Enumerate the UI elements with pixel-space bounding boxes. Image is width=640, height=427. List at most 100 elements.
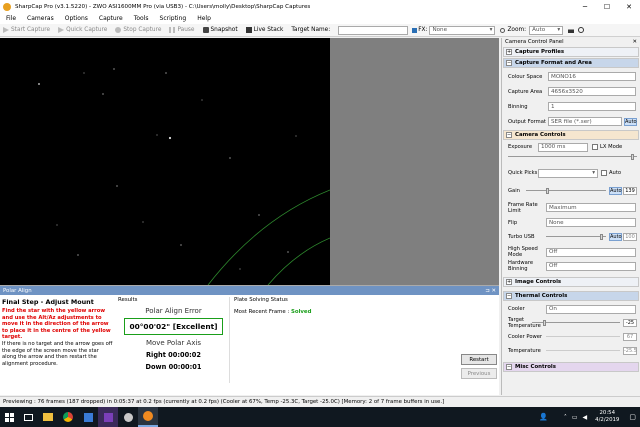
restart-button[interactable]: Restart — [461, 354, 497, 365]
recent-frame-status: Most Recent Frame : Solved — [234, 309, 384, 315]
stop-capture-button[interactable]: Stop Capture — [115, 27, 161, 33]
results-label: Results — [118, 297, 138, 303]
step-section: Final Step - Adjust Mount Find the star … — [2, 298, 114, 367]
section-thermal-controls[interactable]: − Thermal Controls — [503, 291, 639, 301]
menu-file[interactable]: File — [6, 15, 16, 22]
file-explorer-icon[interactable] — [38, 407, 58, 427]
section-capture-profiles[interactable]: + Capture Profiles — [503, 47, 639, 57]
cooler-select[interactable]: On — [546, 304, 636, 314]
section-camera-controls[interactable]: − Camera Controls — [503, 130, 639, 140]
temperature-label: Temperature — [508, 348, 541, 354]
frame-rate-limit-select[interactable]: Maximum — [546, 203, 636, 212]
histogram-icon[interactable] — [568, 27, 575, 33]
target-temperature-slider[interactable] — [532, 319, 620, 326]
target-name-input[interactable] — [338, 25, 409, 35]
gain-auto-button[interactable]: Auto — [609, 187, 622, 195]
recent-frame-value: Solved — [290, 309, 312, 315]
target-temperature-value[interactable]: -25 — [623, 319, 637, 327]
output-format-label: Output Format — [508, 118, 546, 125]
section-capture-format[interactable]: − Capture Format and Area — [503, 58, 639, 68]
volume-icon[interactable]: ◀ — [583, 414, 588, 421]
snapshot-button[interactable]: Snapshot — [202, 27, 238, 33]
clock[interactable]: 20:54 4/2/2019 — [595, 410, 619, 424]
gain-row: Gain Auto 139 — [502, 183, 640, 199]
preview-area[interactable] — [0, 38, 499, 286]
polar-align-error-label: Polar Align Error — [145, 307, 202, 315]
tray-chevron-icon[interactable]: ˄ — [564, 414, 567, 421]
exposure-slider[interactable] — [508, 153, 637, 160]
turbo-usb-auto-button[interactable]: Auto — [609, 233, 622, 241]
menu-tools[interactable]: Tools — [134, 15, 149, 22]
onenote-icon[interactable] — [98, 407, 118, 427]
quick-picks-row: Quick Picks ▾ Auto — [502, 167, 640, 179]
polar-align-pin-icon[interactable]: ⊐ ✕ — [485, 288, 496, 294]
high-speed-row: High Speed Mode Off — [502, 245, 640, 259]
target-name-label: Target Name: — [291, 27, 331, 33]
turbo-usb-slider[interactable] — [546, 233, 606, 240]
section-misc-controls[interactable]: − Misc Controls — [503, 362, 639, 372]
fx-icon — [412, 27, 418, 33]
system-tray: 👤 ˄ ▭ ◀ 20:54 4/2/2019 ▢ — [539, 407, 636, 427]
start-capture-label: Start Capture — [11, 27, 51, 33]
windows-start-icon[interactable] — [0, 407, 18, 427]
section-image-controls[interactable]: + Image Controls — [503, 277, 639, 287]
high-speed-mode-select[interactable]: Off — [546, 247, 636, 257]
minimize-button[interactable]: ─ — [574, 0, 596, 13]
quick-picks-auto-checkbox[interactable] — [601, 170, 607, 176]
output-format-auto-button[interactable]: Auto — [624, 117, 637, 126]
quick-picks-select[interactable]: ▾ — [538, 168, 598, 178]
capture-area-select[interactable]: 4656x3520 — [548, 87, 636, 96]
menu-scripting[interactable]: Scripting — [160, 15, 187, 22]
pause-button[interactable]: Pause — [169, 27, 195, 33]
expand-icon: + — [506, 279, 512, 285]
zoom-select[interactable]: Auto ▾ — [529, 25, 564, 35]
start-capture-button[interactable]: Start Capture — [3, 27, 50, 33]
close-button[interactable]: ✕ — [618, 0, 640, 13]
binning-select[interactable]: 1 — [548, 102, 636, 111]
lx-mode-checkbox[interactable] — [592, 144, 598, 150]
chevron-down-icon: ▾ — [592, 170, 595, 176]
move-right-value: Right 00:00:02 — [145, 351, 201, 359]
toolbar: Start Capture Quick Capture Stop Capture… — [0, 24, 640, 37]
menu-options[interactable]: Options — [65, 15, 88, 22]
people-icon[interactable]: 👤 — [539, 413, 548, 421]
temperature-value: -25.5 — [623, 347, 637, 355]
gain-value[interactable]: 139 — [623, 187, 637, 195]
notifications-icon[interactable]: ▢ — [629, 413, 636, 421]
target-temperature-row: Target Temperature -25 — [502, 316, 640, 330]
play-icon — [3, 27, 9, 33]
store-icon[interactable] — [78, 407, 98, 427]
sharpcap-taskbar-icon[interactable] — [138, 407, 158, 427]
hardware-binning-row: Hardware Binning Off — [502, 259, 640, 273]
cooler-row: Cooler On — [502, 302, 640, 316]
camera-control-panel: Camera Control Panel ✕ + Capture Profile… — [501, 38, 640, 395]
live-stack-button[interactable]: Live Stack — [245, 27, 283, 33]
flip-select[interactable]: None — [546, 218, 636, 227]
maximize-button[interactable]: ☐ — [596, 0, 618, 13]
camera-preview-image[interactable] — [0, 38, 331, 286]
camera-icon — [202, 27, 209, 33]
menu-help[interactable]: Help — [197, 15, 211, 22]
status-bar: Previewing : 76 frames (187 dropped) in … — [0, 396, 640, 407]
menu-capture[interactable]: Capture — [99, 15, 123, 22]
app-icon[interactable] — [118, 407, 138, 427]
recent-frame-label: Most Recent Frame : — [234, 309, 290, 315]
turbo-usb-value[interactable]: 100 — [623, 233, 637, 241]
network-icon[interactable]: ▭ — [572, 414, 578, 421]
chrome-icon[interactable] — [58, 407, 78, 427]
menu-cameras[interactable]: Cameras — [27, 15, 54, 22]
gain-slider[interactable] — [526, 187, 606, 194]
previous-button[interactable]: Previous — [461, 368, 497, 379]
hardware-binning-select[interactable]: Off — [546, 261, 636, 271]
pause-icon — [169, 27, 176, 33]
fx-select[interactable]: None ▾ — [429, 25, 496, 35]
gain-label: Gain — [508, 188, 520, 194]
capture-area-row: Capture Area 4656x3520 — [502, 84, 640, 99]
magnifier-icon[interactable] — [578, 27, 585, 33]
exposure-select[interactable]: 1000 ms — [538, 142, 588, 152]
quick-capture-button[interactable]: Quick Capture — [58, 27, 107, 33]
pin-icon[interactable]: ✕ — [632, 39, 637, 45]
colour-space-select[interactable]: MONO16 — [548, 72, 636, 81]
output-format-select[interactable]: SER file (*.ser) — [548, 117, 622, 126]
task-view-icon[interactable] — [18, 407, 38, 427]
